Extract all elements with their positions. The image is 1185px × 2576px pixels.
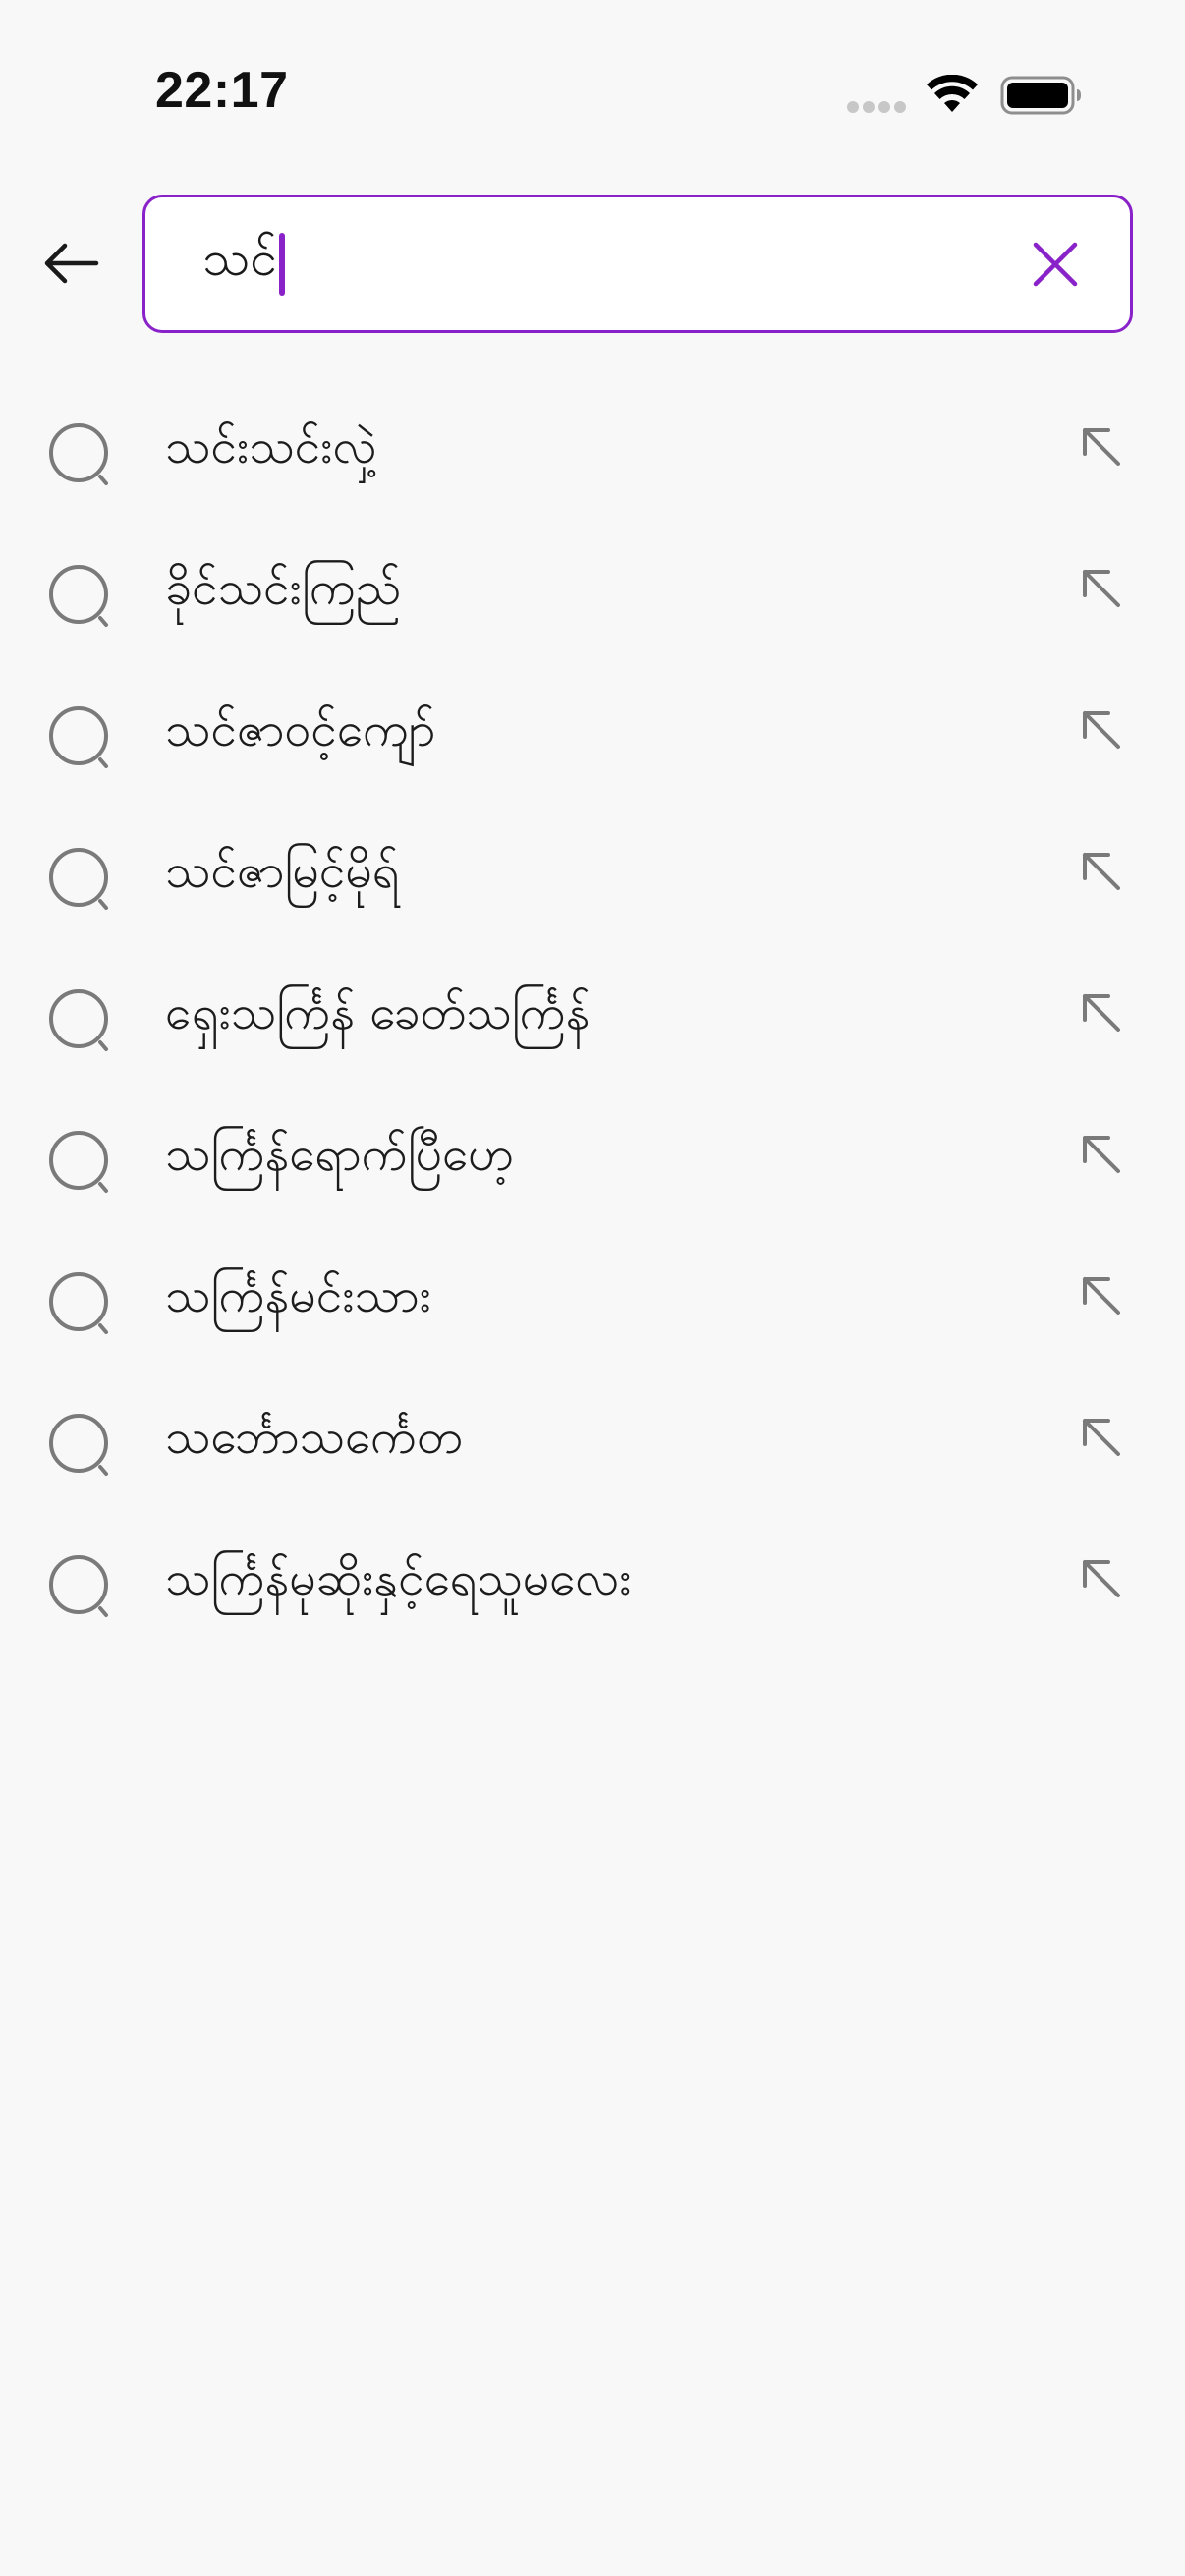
suggestion-label: သင်္ကြန်မင်းသား — [165, 1268, 431, 1323]
arrow-up-left-icon[interactable] — [1077, 1271, 1128, 1322]
arrow-up-left-icon[interactable] — [1077, 988, 1128, 1039]
suggestion-item[interactable]: ခိုင်သင်းကြည် — [0, 523, 1185, 664]
search-field[interactable]: သင် — [142, 195, 1133, 333]
arrow-up-left-icon[interactable] — [1077, 564, 1128, 615]
arrow-up-left-icon[interactable] — [1077, 1413, 1128, 1464]
search-icon — [49, 1555, 108, 1617]
suggestion-label: ခိုင်သင်းကြည် — [165, 561, 402, 616]
search-icon — [49, 423, 108, 485]
search-query-text: သင် — [202, 230, 278, 287]
search-icon — [49, 1414, 108, 1476]
suggestion-item[interactable]: သင်္ကြန်မုဆိုးနှင့်ရေသူမလေး — [0, 1513, 1185, 1654]
search-input[interactable]: သင် — [202, 197, 286, 330]
suggestion-item[interactable]: သင်္ဘောသင်္ကေတ — [0, 1372, 1185, 1513]
search-icon — [49, 706, 108, 768]
arrow-up-left-icon[interactable] — [1077, 847, 1128, 898]
suggestion-item[interactable]: သင်္ကြန်မင်းသား — [0, 1230, 1185, 1372]
wifi-icon — [927, 75, 978, 112]
arrow-up-left-icon[interactable] — [1077, 1130, 1128, 1181]
suggestion-label: သင်္ဘောသင်္ကေတ — [165, 1410, 463, 1465]
cellular-signal-icon — [847, 101, 906, 113]
search-icon — [49, 565, 108, 627]
arrow-up-left-icon[interactable] — [1077, 705, 1128, 756]
suggestion-label: ရှေးသင်္ကြန် ခေတ်သင်္ကြန် — [165, 985, 591, 1040]
suggestion-item[interactable]: သင်းသင်းလှဲ့ — [0, 381, 1185, 523]
suggestion-label: သင်္ကြန်ရောက်ပြီဟေ့ — [165, 1127, 515, 1182]
search-icon — [49, 989, 108, 1051]
arrow-left-icon — [44, 243, 99, 284]
clear-button[interactable] — [1028, 237, 1083, 292]
status-bar: 22:17 — [0, 0, 1185, 187]
suggestion-list: သင်းသင်းလှဲ့ ခိုင်သင်းကြည် သင်ဇာဝင့်ကျော… — [0, 381, 1185, 1654]
suggestion-label: သင်းသင်းလှဲ့ — [165, 420, 377, 475]
close-icon — [1033, 242, 1078, 287]
arrow-up-left-icon[interactable] — [1077, 1554, 1128, 1605]
suggestion-label: သင်ဇာမြင့်မိုရ် — [165, 844, 400, 899]
suggestion-label: သင်္ကြန်မုဆိုးနှင့်ရေသူမလေး — [165, 1551, 632, 1606]
suggestion-item[interactable]: သင်ဇာမြင့်မိုရ် — [0, 806, 1185, 947]
search-icon — [49, 1131, 108, 1193]
search-icon — [49, 1272, 108, 1334]
suggestion-label: သင်ဇာဝင့်ကျော် — [165, 702, 436, 757]
suggestion-item[interactable]: သင်ဇာဝင့်ကျော် — [0, 664, 1185, 806]
back-button[interactable] — [35, 228, 106, 299]
status-time: 22:17 — [155, 62, 289, 119]
suggestion-item[interactable]: ရှေးသင်္ကြန် ခေတ်သင်္ကြန် — [0, 947, 1185, 1089]
text-cursor — [279, 232, 286, 296]
arrow-up-left-icon[interactable] — [1077, 422, 1128, 474]
battery-icon — [1000, 76, 1081, 115]
suggestion-item[interactable]: သင်္ကြန်ရောက်ပြီဟေ့ — [0, 1089, 1185, 1230]
search-icon — [49, 848, 108, 910]
